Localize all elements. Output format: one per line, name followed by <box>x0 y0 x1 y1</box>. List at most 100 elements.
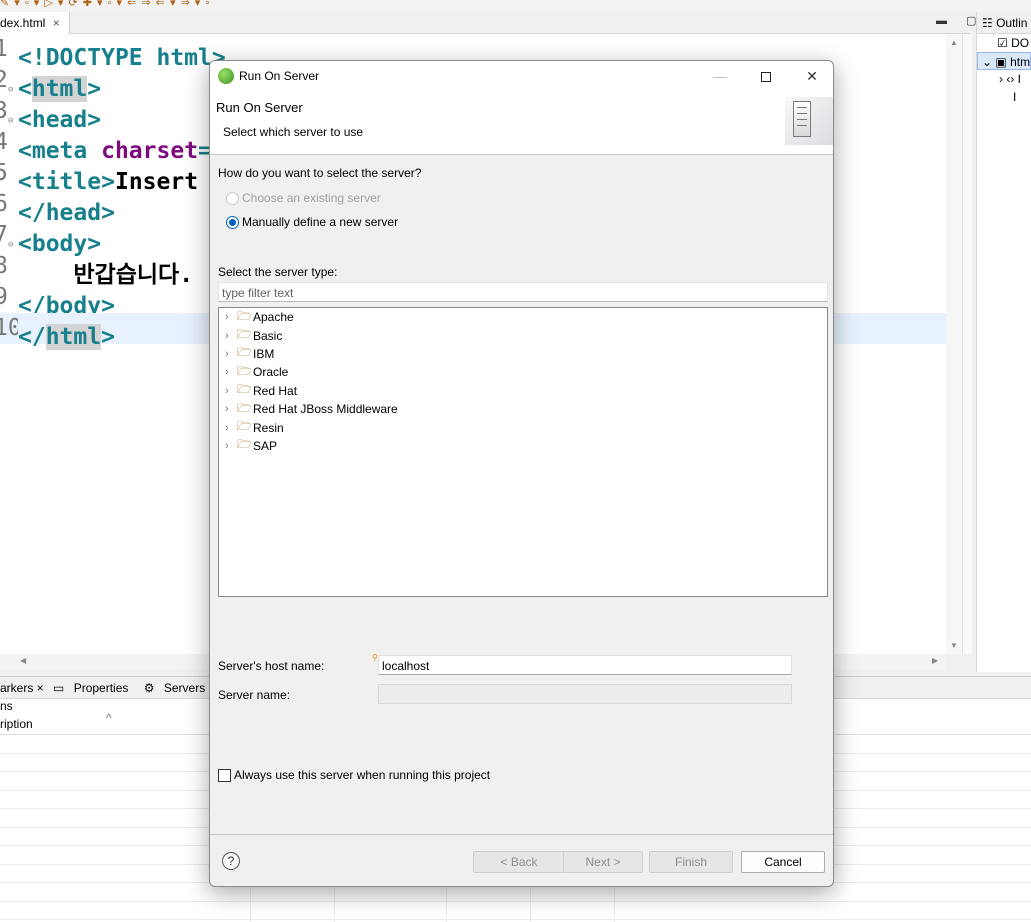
always-use-checkbox[interactable] <box>218 768 231 782</box>
close-button[interactable]: ✕ <box>789 61 833 91</box>
server-type-label: Apache <box>253 310 294 325</box>
server-type-item[interactable]: › 🗁 Basic <box>219 326 827 344</box>
table-row <box>0 902 1031 920</box>
outline-view: ☷ Outlin ☑ DO ⌄ ▣ htm › ‹› I I <box>976 12 1031 672</box>
server-type-label: Basic <box>253 328 283 343</box>
chevron-right-icon[interactable]: › <box>225 348 237 360</box>
server-type-label: IBM <box>253 346 275 361</box>
line-number: 8 <box>0 253 8 279</box>
wizard-page-description: Select which server to use <box>223 125 364 139</box>
editor-overview-ruler <box>962 34 972 654</box>
server-type-label: Resin <box>253 420 284 435</box>
code-token: > <box>101 324 115 350</box>
server-type-item[interactable]: › 🗁 Oracle <box>219 363 827 381</box>
outline-row-head[interactable]: › ‹› I <box>977 70 1031 88</box>
dialog-titlebar[interactable]: Run On Server — ✕ <box>210 61 833 91</box>
chevron-right-icon[interactable]: › <box>225 403 237 415</box>
scroll-down-icon[interactable]: ▼ <box>950 641 958 650</box>
scroll-left-icon[interactable]: ◀ <box>20 656 26 665</box>
wizard-page-title: Run On Server <box>216 100 303 115</box>
folder-icon: 🗁 <box>237 437 252 452</box>
line-number: 10 <box>0 315 18 341</box>
maximize-button[interactable] <box>743 61 789 91</box>
next-button: Next > <box>563 851 643 873</box>
main-toolbar: ✎ ▾ ▫ ▾ ▷ ▾ ⟳ ✚ ▾ ▫ ▾ ⇐ ⇒ ⇐ ▾ ⇒ ▾ ▫ <box>0 0 1031 12</box>
chevron-right-icon[interactable]: › <box>225 440 237 452</box>
outline-icon: ☷ <box>982 16 997 30</box>
tab-servers[interactable]: ⚙ Servers <box>144 681 211 695</box>
server-type-item[interactable]: › 🗁 Resin <box>219 418 827 436</box>
help-icon[interactable]: ? <box>222 852 240 870</box>
chevron-right-icon[interactable]: › <box>225 422 237 434</box>
radio-button <box>226 191 239 205</box>
editor-tab-label: dex.html <box>0 16 46 30</box>
server-type-label: Oracle <box>253 365 289 380</box>
chevron-right-icon[interactable]: › <box>225 366 237 378</box>
close-icon[interactable]: × <box>53 16 60 30</box>
radio-button[interactable] <box>226 215 239 229</box>
host-name-input[interactable]: localhost <box>378 655 792 675</box>
server-type-item[interactable]: › 🗁 Apache <box>219 308 827 326</box>
content-assist-icon: ⚲ <box>372 653 378 662</box>
selection-question: How do you want to select the server? <box>218 166 422 180</box>
server-type-label: Select the server type: <box>218 265 338 279</box>
back-button: < Back <box>473 851 565 873</box>
outline-row-html[interactable]: ⌄ ▣ htm <box>977 52 1031 70</box>
server-type-label: Red Hat JBoss Middleware <box>253 402 398 417</box>
outline-row-doctype[interactable]: ☑ DO <box>977 34 1031 52</box>
server-type-item[interactable]: › 🗁 IBM <box>219 345 827 363</box>
finish-button: Finish <box>649 851 733 873</box>
doctype-icon: ☑ <box>997 36 1012 50</box>
chevron-right-icon[interactable]: › <box>225 385 237 397</box>
always-use-checkbox-row[interactable]: Always use this server when running this… <box>218 768 490 782</box>
server-name-label: Server name: <box>218 688 291 702</box>
radio-label: Choose an existing server <box>242 191 381 205</box>
server-type-filter-input[interactable]: type filter text <box>218 282 828 302</box>
code-token: html <box>45 324 102 350</box>
line-number: 5 <box>0 160 8 186</box>
cancel-button[interactable]: Cancel <box>741 851 825 873</box>
radio-manually-define[interactable]: Manually define a new server <box>226 213 398 231</box>
editor-vertical-scrollbar[interactable]: ▲ ▼ <box>946 34 962 654</box>
server-name-input <box>378 684 792 704</box>
server-type-tree[interactable]: › 🗁 Apache › 🗁 Basic › 🗁 IBM › 🗁 Oracle › 🗁 Red Hat › 🗁 R… <box>218 307 828 597</box>
server-type-item[interactable]: › 🗁 Red Hat JBoss Middleware <box>219 400 827 418</box>
scroll-right-icon[interactable]: ▶ <box>932 656 938 665</box>
eclipse-app-icon <box>218 68 234 84</box>
tab-markers[interactable]: arkers × <box>0 681 44 695</box>
tab-properties[interactable]: ▭ Properties <box>53 681 134 695</box>
server-type-label: Red Hat <box>253 383 298 398</box>
maximize-icon <box>761 72 771 83</box>
line-number: 4 <box>0 129 8 155</box>
server-type-item[interactable]: › 🗁 Red Hat <box>219 382 827 400</box>
wizard-banner: Run On Server Select which server to use <box>210 91 833 155</box>
outline-row-body[interactable]: I <box>977 88 1031 106</box>
dialog-title: Run On Server <box>239 69 320 83</box>
line-number: 6 <box>0 191 8 217</box>
minimize-button[interactable]: — <box>697 61 743 91</box>
chevron-down-icon[interactable]: ⌄ <box>982 55 995 69</box>
server-type-item[interactable]: › 🗁 SAP <box>219 437 827 455</box>
line-number: 9 <box>0 284 8 310</box>
always-use-label[interactable]: Always use this server when running this… <box>234 768 490 782</box>
properties-icon: ▭ <box>53 681 68 695</box>
outline-title[interactable]: ☷ Outlin <box>977 12 1031 34</box>
run-on-server-dialog: Run On Server — ✕ Run On Server Select w… <box>209 60 834 887</box>
toolbar-icons[interactable]: ✎ ▾ ▫ ▾ ▷ ▾ ⟳ ✚ ▾ ▫ ▾ ⇐ ⇒ ⇐ ▾ ⇒ ▾ ▫ <box>0 0 210 9</box>
chevron-right-icon[interactable]: › <box>225 311 237 323</box>
line-number: 1 <box>0 36 8 62</box>
servers-icon: ⚙ <box>143 681 158 695</box>
element-icon: ▣ <box>995 55 1011 69</box>
host-name-label: Server's host name: <box>218 659 325 673</box>
code-token: </ <box>18 324 46 350</box>
radio-label[interactable]: Manually define a new server <box>242 215 398 229</box>
footer-separator <box>210 834 833 835</box>
radio-choose-existing: Choose an existing server <box>226 189 381 207</box>
chevron-right-icon[interactable]: › <box>225 330 237 342</box>
sort-ascending-icon: ^ <box>106 711 112 725</box>
scroll-up-icon[interactable]: ▲ <box>950 38 958 47</box>
server-type-label: SAP <box>253 438 278 453</box>
editor-tab-index-html[interactable]: dex.html × <box>0 12 70 34</box>
server-wizard-icon <box>785 97 833 145</box>
editor-tab-bar: dex.html × <box>0 12 970 34</box>
